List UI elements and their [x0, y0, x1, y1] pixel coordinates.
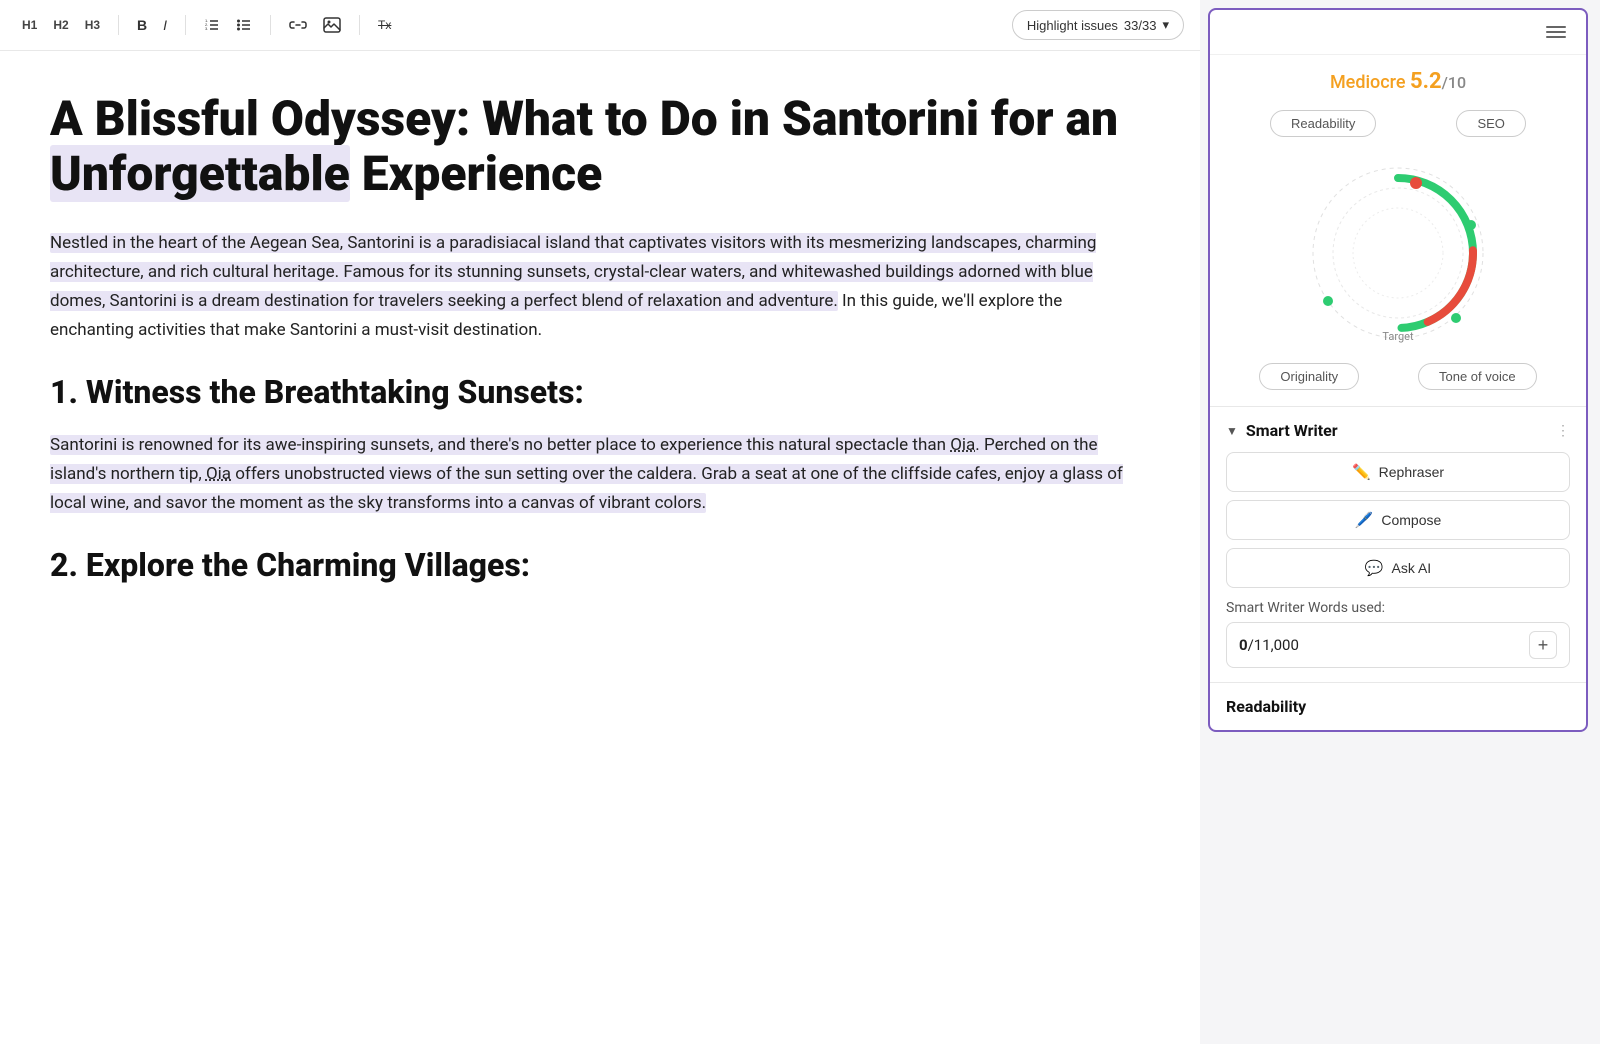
- highlight-label: Highlight issues: [1027, 18, 1118, 33]
- right-sidebar-container: Mediocre 5.2/10 Readability SEO: [1200, 0, 1600, 1044]
- compose-icon: 🖊️: [1355, 511, 1374, 529]
- smart-writer-section: ▼ Smart Writer ⋮ ✏️ Rephraser 🖊️ Compose: [1210, 406, 1586, 682]
- toolbar: H1 H2 H3 B I 1. 2. 3.: [0, 0, 1200, 51]
- words-used-label: Smart Writer Words used:: [1226, 600, 1570, 616]
- gauge-target-label: Target: [1382, 330, 1413, 343]
- gauge-container: Target: [1210, 145, 1586, 357]
- add-words-button[interactable]: +: [1529, 631, 1557, 659]
- sidebar-menu-button[interactable]: [1542, 22, 1570, 42]
- highlight-chevron: ▾: [1162, 17, 1169, 33]
- insert-buttons: [283, 13, 347, 37]
- seo-tab[interactable]: SEO: [1456, 110, 1525, 137]
- score-display: Mediocre 5.2/10: [1226, 69, 1570, 94]
- smart-writer-title-group: ▼ Smart Writer: [1226, 421, 1338, 440]
- sunsets-paragraph: Santorini is renowned for its awe-inspir…: [50, 431, 1150, 518]
- readability-tab[interactable]: Readability: [1270, 110, 1376, 137]
- svg-text:3.: 3.: [205, 26, 208, 31]
- originality-tab[interactable]: Originality: [1259, 363, 1359, 390]
- divider-4: [359, 15, 360, 35]
- compose-button[interactable]: 🖊️ Compose: [1226, 500, 1570, 540]
- bold-button[interactable]: B: [131, 13, 153, 37]
- section-heading-1: 1. Witness the Breathtaking Sunsets:: [50, 373, 1150, 411]
- ask-ai-button[interactable]: 💬 Ask AI: [1226, 548, 1570, 588]
- list-buttons: 1. 2. 3.: [198, 13, 258, 37]
- score-value: 5.2: [1410, 69, 1442, 94]
- smart-writer-label: Smart Writer: [1246, 421, 1338, 440]
- words-count-display: 0/11,000: [1239, 636, 1299, 654]
- highlight-issues-button[interactable]: Highlight issues 33/33 ▾: [1012, 10, 1184, 40]
- editor-panel: H1 H2 H3 B I 1. 2. 3.: [0, 0, 1200, 1044]
- collapse-icon[interactable]: ▼: [1226, 424, 1238, 438]
- divider-2: [185, 15, 186, 35]
- rephraser-button[interactable]: ✏️ Rephraser: [1226, 452, 1570, 492]
- readability-section: Readability: [1210, 682, 1586, 730]
- words-used-section: Smart Writer Words used: 0/11,000 +: [1226, 600, 1570, 668]
- ask-ai-icon: 💬: [1365, 559, 1384, 577]
- gauge-chart: [1298, 153, 1498, 353]
- article-title: A Blissful Odyssey: What to Do in Santor…: [50, 91, 1150, 201]
- info-icon[interactable]: ⋮: [1556, 423, 1570, 439]
- compose-label: Compose: [1381, 512, 1441, 528]
- rephraser-label: Rephraser: [1379, 464, 1444, 480]
- metric-tabs: Readability SEO: [1210, 102, 1586, 145]
- image-button[interactable]: [317, 13, 347, 37]
- highlight-count: 33/33: [1124, 18, 1157, 33]
- format-buttons: B I: [131, 13, 173, 37]
- title-highlight: Unforgettable: [50, 145, 350, 202]
- ordered-list-button[interactable]: 1. 2. 3.: [198, 13, 226, 37]
- tone-of-voice-tab[interactable]: Tone of voice: [1418, 363, 1537, 390]
- intro-paragraph: Nestled in the heart of the Aegean Sea, …: [50, 229, 1150, 345]
- words-used-value: 0: [1239, 636, 1248, 654]
- score-label-text: Mediocre: [1330, 72, 1406, 93]
- menu-line-3: [1546, 36, 1566, 38]
- rephraser-icon: ✏️: [1352, 463, 1371, 481]
- h3-button[interactable]: H3: [79, 14, 106, 36]
- score-denom: /10: [1442, 73, 1466, 92]
- sidebar: Mediocre 5.2/10 Readability SEO: [1208, 8, 1588, 732]
- h2-button[interactable]: H2: [47, 14, 74, 36]
- smart-writer-header: ▼ Smart Writer ⋮: [1226, 421, 1570, 440]
- divider-1: [118, 15, 119, 35]
- h1-button[interactable]: H1: [16, 14, 43, 36]
- score-section: Mediocre 5.2/10: [1210, 55, 1586, 102]
- readability-section-title: Readability: [1226, 697, 1306, 716]
- bullet-list-button[interactable]: [230, 13, 258, 37]
- link-button[interactable]: [283, 14, 313, 36]
- words-limit: /11,000: [1248, 636, 1299, 654]
- italic-button[interactable]: I: [157, 13, 173, 37]
- menu-line-1: [1546, 26, 1566, 28]
- ask-ai-label: Ask AI: [1392, 560, 1432, 576]
- sidebar-header: [1210, 10, 1586, 55]
- menu-line-2: [1546, 31, 1566, 33]
- divider-3: [270, 15, 271, 35]
- words-count-row: 0/11,000 +: [1226, 622, 1570, 668]
- editor-content[interactable]: A Blissful Odyssey: What to Do in Santor…: [0, 51, 1200, 1044]
- heading-buttons: H1 H2 H3: [16, 14, 106, 36]
- clear-format-button[interactable]: Tx: [372, 14, 397, 36]
- bottom-metric-tabs: Originality Tone of voice: [1210, 357, 1586, 406]
- section-heading-2: 2. Explore the Charming Villages:: [50, 546, 1150, 584]
